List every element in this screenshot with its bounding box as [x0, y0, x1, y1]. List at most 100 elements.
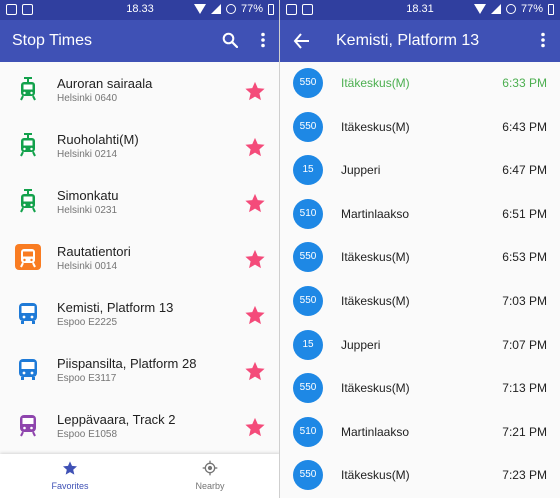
tram-icon	[15, 132, 41, 158]
departure-row[interactable]: 15 Jupperi 7:07 PM	[280, 324, 560, 368]
destination: Jupperi	[341, 163, 381, 178]
status-bar: 18.33 77%	[0, 0, 280, 20]
wifi-icon	[193, 4, 206, 14]
battery-percent: 77%	[520, 3, 543, 15]
stop-row[interactable]: Rautatientori Helsinki 0014	[0, 230, 280, 286]
stop-name: Ruoholahti(M)	[57, 132, 139, 147]
stop-name: Rautatientori	[57, 244, 131, 259]
destination: Itäkeskus(M)	[341, 119, 410, 134]
stop-code: Helsinki 0214	[57, 149, 118, 160]
page-title: Stop Times	[12, 32, 93, 49]
destination: Itäkeskus(M)	[341, 250, 410, 265]
sync-icon	[505, 4, 516, 14]
search-icon[interactable]	[222, 32, 238, 48]
departure-time: 6:47 PM	[502, 163, 547, 178]
departure-row[interactable]: 15 Jupperi 6:47 PM	[280, 149, 560, 193]
destination: Itäkeskus(M)	[341, 293, 410, 308]
metro-icon	[15, 244, 41, 270]
stop-departures-screen: 18.31 77% Kemisti, Platform 13 550 Itäkes…	[280, 0, 560, 498]
departure-row[interactable]: 550 Itäkeskus(M) 6:33 PM	[280, 62, 560, 106]
status-bar: 18.31 77%	[280, 0, 560, 20]
nav-favorites[interactable]: Favorites	[0, 454, 140, 498]
bottom-navigation: Favorites Nearby	[0, 454, 280, 498]
app-bar: Kemisti, Platform 13	[280, 20, 560, 62]
departure-row[interactable]: 510 Martinlaakso 7:21 PM	[280, 411, 560, 455]
departure-time: 6:51 PM	[502, 206, 547, 221]
departure-time: 7:13 PM	[502, 381, 547, 396]
favorite-star-icon[interactable]	[244, 80, 266, 102]
destination: Martinlaakso	[341, 206, 410, 221]
route-badge: 550	[293, 68, 323, 98]
tram-icon	[15, 188, 41, 214]
departure-time: 7:21 PM	[502, 424, 547, 439]
departure-row[interactable]: 550 Itäkeskus(M) 7:23 PM	[280, 454, 560, 498]
route-badge: 550	[293, 242, 323, 273]
departure-row[interactable]: 550 Itäkeskus(M) 7:13 PM	[280, 367, 560, 411]
nav-nearby[interactable]: Nearby	[140, 454, 280, 498]
stop-name: Auroran sairaala	[57, 76, 153, 91]
departure-time: 7:23 PM	[502, 468, 547, 483]
route-badge: 550	[293, 373, 323, 404]
destination: Jupperi	[341, 337, 381, 352]
route-badge: 510	[293, 198, 323, 229]
nav-favorites-label: Favorites	[51, 481, 89, 491]
route-badge: 550	[293, 285, 323, 316]
stop-code: Helsinki 0014	[57, 261, 118, 272]
route-badge: 15	[293, 329, 323, 360]
back-arrow-icon[interactable]	[292, 31, 312, 51]
battery-icon	[268, 3, 274, 15]
favorite-star-icon[interactable]	[244, 360, 266, 382]
signal-icon	[210, 4, 221, 14]
stop-code: Espoo E2225	[57, 317, 118, 328]
sync-icon	[225, 4, 236, 14]
departure-time: 6:43 PM	[502, 119, 547, 134]
destination: Itäkeskus(M)	[341, 468, 410, 483]
stop-name: Leppävaara, Track 2	[57, 412, 176, 427]
bus-icon	[15, 300, 41, 326]
departure-row[interactable]: 510 Martinlaakso 6:51 PM	[280, 193, 560, 237]
stop-row[interactable]: Piispansilta, Platform 28 Espoo E3117	[0, 342, 280, 398]
page-title: Kemisti, Platform 13	[336, 32, 480, 49]
departure-time: 6:33 PM	[502, 76, 547, 90]
favorite-star-icon[interactable]	[244, 192, 266, 214]
route-badge: 550	[293, 111, 323, 142]
route-badge: 510	[293, 416, 323, 447]
stop-code: Espoo E3117	[57, 373, 117, 384]
destination: Martinlaakso	[341, 424, 410, 439]
departure-row[interactable]: 550 Itäkeskus(M) 7:03 PM	[280, 280, 560, 324]
favorite-star-icon[interactable]	[244, 248, 266, 270]
gps-icon	[202, 460, 218, 476]
more-vert-icon[interactable]	[535, 32, 551, 48]
stop-row[interactable]: Leppävaara, Track 2 Espoo E1058	[0, 398, 280, 454]
departure-row[interactable]: 550 Itäkeskus(M) 6:53 PM	[280, 236, 560, 280]
more-vert-icon[interactable]	[255, 32, 271, 48]
destination: Itäkeskus(M)	[341, 76, 410, 90]
destination: Itäkeskus(M)	[341, 381, 410, 396]
wifi-icon	[473, 4, 486, 14]
stop-row[interactable]: Simonkatu Helsinki 0231	[0, 174, 280, 230]
favorite-star-icon[interactable]	[244, 304, 266, 326]
battery-percent: 77%	[240, 3, 263, 15]
stop-row[interactable]: Auroran sairaala Helsinki 0640	[0, 62, 280, 118]
nav-nearby-label: Nearby	[195, 481, 225, 491]
departure-time: 6:53 PM	[502, 250, 547, 265]
signal-icon	[490, 4, 501, 14]
departure-time: 7:07 PM	[502, 337, 547, 352]
route-badge: 550	[293, 460, 323, 491]
app-bar: Stop Times	[0, 20, 280, 62]
departure-time: 7:03 PM	[502, 293, 547, 308]
departure-row[interactable]: 550 Itäkeskus(M) 6:43 PM	[280, 106, 560, 150]
train-icon	[15, 412, 41, 438]
stop-name: Kemisti, Platform 13	[57, 300, 174, 315]
stop-row[interactable]: Ruoholahti(M) Helsinki 0214	[0, 118, 280, 174]
favorite-star-icon[interactable]	[244, 416, 266, 438]
stop-code: Helsinki 0231	[57, 205, 118, 216]
stop-times-screen: 18.33 77% Stop Times Auroran sairaala Hel…	[0, 0, 280, 498]
stop-code: Helsinki 0640	[57, 93, 118, 104]
stop-code: Espoo E1058	[57, 429, 118, 440]
departures-list: 550 Itäkeskus(M) 6:33 PM 550 Itäkeskus(M) 6:4…	[280, 62, 560, 498]
favorite-star-icon[interactable]	[244, 136, 266, 158]
stop-row[interactable]: Kemisti, Platform 13 Espoo E2225	[0, 286, 280, 342]
bus-icon	[15, 356, 41, 382]
favorite-stops-list: Auroran sairaala Helsinki 0640 Ruoholahti(…	[0, 62, 280, 454]
